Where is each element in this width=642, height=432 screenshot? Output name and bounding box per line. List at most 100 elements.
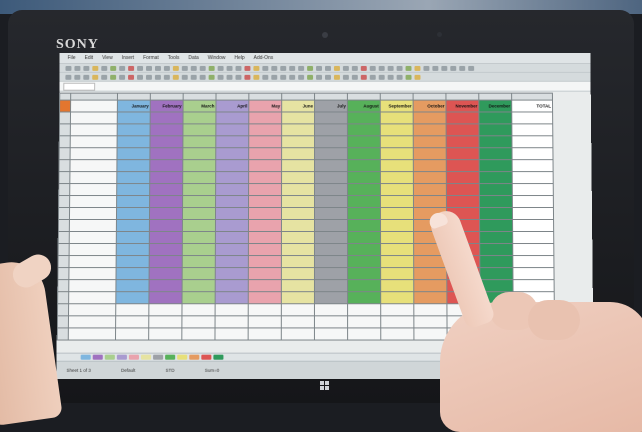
toolbar-button-icon[interactable] — [405, 65, 412, 71]
table-cell[interactable] — [413, 267, 447, 280]
month-header[interactable]: December — [478, 100, 512, 112]
menu-item[interactable]: Tools — [168, 55, 180, 61]
table-cell[interactable] — [380, 135, 414, 148]
table-cell[interactable] — [248, 327, 282, 341]
table-cell[interactable] — [281, 123, 315, 136]
total-cell[interactable] — [512, 231, 554, 244]
table-cell[interactable] — [380, 267, 414, 280]
table-cell[interactable] — [347, 207, 381, 220]
total-cell[interactable] — [512, 159, 554, 172]
table-cell[interactable] — [347, 147, 381, 160]
table-cell[interactable] — [314, 111, 348, 124]
toolbar-button-icon[interactable] — [253, 65, 260, 71]
table-cell[interactable] — [248, 183, 282, 196]
table-cell[interactable] — [314, 123, 348, 136]
table-cell[interactable] — [314, 267, 348, 280]
toolbar-button-icon[interactable] — [369, 74, 376, 80]
toolbar-button-icon[interactable] — [110, 74, 117, 80]
table-cell[interactable] — [413, 315, 448, 328]
table-cell[interactable] — [149, 159, 183, 172]
menu-item[interactable]: Help — [234, 55, 244, 61]
table-cell[interactable] — [380, 243, 414, 256]
toolbar-button-icon[interactable] — [128, 74, 135, 80]
table-cell[interactable] — [413, 123, 447, 136]
table-cell[interactable] — [281, 315, 315, 328]
table-cell[interactable] — [479, 135, 513, 148]
table-cell[interactable] — [380, 147, 414, 160]
table-cell[interactable] — [314, 147, 348, 160]
table-cell[interactable] — [479, 195, 513, 208]
table-cell[interactable] — [248, 303, 282, 316]
table-cell[interactable] — [347, 315, 381, 328]
table-cell[interactable] — [215, 111, 249, 124]
table-cell[interactable] — [115, 303, 149, 316]
toolbar-button-icon[interactable] — [199, 74, 206, 80]
toolbar-button-icon[interactable] — [423, 65, 430, 71]
table-cell[interactable] — [68, 315, 116, 328]
table-cell[interactable] — [281, 135, 315, 148]
table-cell[interactable] — [347, 159, 381, 172]
total-cell[interactable] — [512, 183, 554, 196]
toolbar-button-icon[interactable] — [154, 74, 161, 80]
toolbar-button-icon[interactable] — [271, 65, 278, 71]
table-cell[interactable] — [413, 111, 447, 124]
table-cell[interactable] — [347, 171, 381, 184]
table-cell[interactable] — [182, 135, 216, 148]
table-cell[interactable] — [281, 171, 315, 184]
table-cell[interactable] — [446, 195, 480, 208]
toolbar-button-icon[interactable] — [74, 65, 81, 71]
row-label-cell[interactable] — [69, 243, 117, 256]
table-cell[interactable] — [281, 267, 315, 280]
table-cell[interactable] — [248, 207, 282, 220]
table-cell[interactable] — [215, 291, 249, 304]
table-cell[interactable] — [248, 291, 282, 304]
toolbar-button-icon[interactable] — [280, 65, 287, 71]
table-cell[interactable] — [314, 255, 348, 268]
month-header[interactable]: August — [347, 100, 381, 112]
table-cell[interactable] — [314, 279, 348, 292]
row-label-cell[interactable] — [70, 135, 118, 148]
menu-item[interactable]: Edit — [85, 55, 94, 61]
menu-item[interactable]: Add-Ons — [254, 55, 274, 61]
row-label-cell[interactable] — [69, 219, 117, 232]
toolbar-button-icon[interactable] — [244, 65, 251, 71]
table-cell[interactable] — [116, 183, 150, 196]
menu-item[interactable]: File — [68, 55, 76, 61]
table-cell[interactable] — [248, 243, 282, 256]
row-label-cell[interactable] — [68, 267, 117, 280]
table-cell[interactable] — [248, 111, 282, 124]
table-cell[interactable] — [314, 231, 348, 244]
table-cell[interactable] — [215, 303, 249, 316]
toolbar-button-icon[interactable] — [271, 74, 278, 80]
month-header[interactable]: May — [248, 100, 282, 112]
toolbar-button-icon[interactable] — [351, 74, 358, 80]
toolbar-button-icon[interactable] — [468, 65, 475, 71]
toolbar-button-icon[interactable] — [369, 65, 376, 71]
table-cell[interactable] — [281, 147, 315, 160]
table-cell[interactable] — [347, 279, 381, 292]
table-row[interactable] — [58, 195, 554, 208]
table-cell[interactable] — [182, 255, 216, 268]
total-cell[interactable] — [511, 111, 553, 124]
table-cell[interactable] — [183, 111, 216, 124]
row-label-cell[interactable] — [70, 111, 118, 124]
table-cell[interactable] — [281, 159, 315, 172]
row-label-cell[interactable] — [69, 195, 117, 208]
table-cell[interactable] — [248, 195, 282, 208]
table-cell[interactable] — [248, 231, 282, 244]
table-cell[interactable] — [347, 291, 381, 304]
name-box[interactable] — [63, 82, 96, 91]
table-cell[interactable] — [215, 171, 249, 184]
table-cell[interactable] — [347, 267, 381, 280]
table-cell[interactable] — [281, 327, 315, 341]
table-cell[interactable] — [149, 255, 183, 268]
toolbar-button-icon[interactable] — [154, 65, 161, 71]
table-cell[interactable] — [215, 147, 249, 160]
table-row[interactable] — [58, 243, 554, 256]
table-cell[interactable] — [182, 267, 216, 280]
toolbar-button-icon[interactable] — [325, 74, 331, 80]
table-cell[interactable] — [479, 159, 513, 172]
toolbar-button-icon[interactable] — [244, 74, 251, 80]
month-header[interactable]: September — [380, 100, 414, 112]
toolbar-button-icon[interactable] — [307, 65, 314, 71]
